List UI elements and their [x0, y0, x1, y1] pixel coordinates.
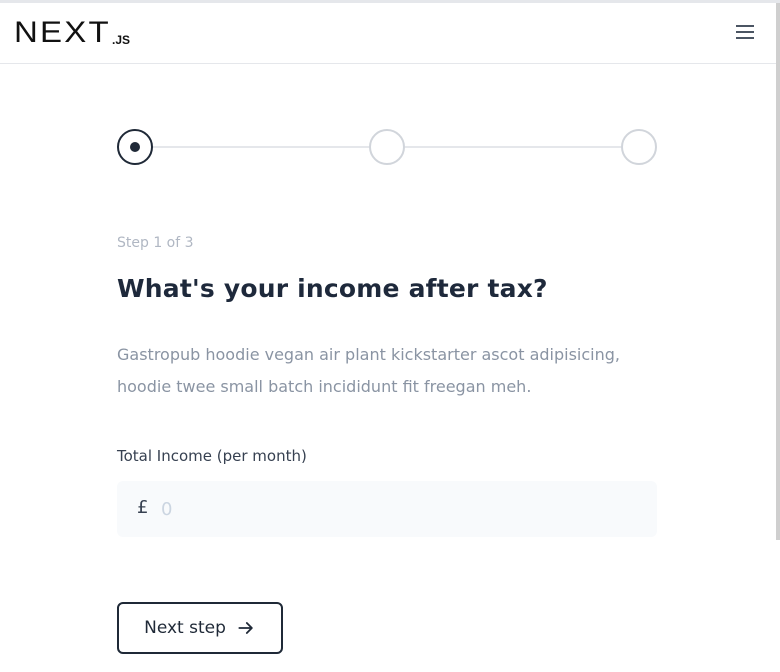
nextjs-logo[interactable]: NEXT .JS	[14, 16, 131, 49]
step-1-indicator	[117, 129, 153, 165]
top-navbar: NEXT .JS	[0, 3, 776, 64]
currency-symbol: £	[137, 497, 149, 518]
active-step-dot	[130, 142, 140, 152]
income-input-wrapper: £	[117, 481, 657, 537]
menu-line	[736, 37, 754, 39]
hamburger-menu-icon[interactable]	[736, 25, 756, 41]
step-3-indicator	[621, 129, 657, 165]
income-input[interactable]	[161, 489, 641, 529]
logo-main-text: NEXT	[14, 16, 111, 49]
step-2-indicator	[369, 129, 405, 165]
page-description: Gastropub hoodie vegan air plant kicksta…	[117, 345, 620, 396]
next-step-button[interactable]: Next step	[117, 602, 283, 654]
page-scrollbar[interactable]	[776, 3, 780, 540]
arrow-right-icon	[238, 622, 253, 634]
logo-sub-text: .JS	[112, 33, 131, 47]
progress-stepper	[117, 129, 657, 165]
next-step-label: Next step	[144, 618, 226, 638]
page-title: What's your income after tax?	[117, 274, 548, 303]
step-counter: Step 1 of 3	[117, 235, 194, 251]
menu-line	[736, 31, 754, 33]
income-field-label: Total Income (per month)	[117, 447, 307, 465]
page: NEXT .JS Step 1 of 3 What's your income …	[0, 0, 780, 672]
menu-line	[736, 25, 754, 27]
